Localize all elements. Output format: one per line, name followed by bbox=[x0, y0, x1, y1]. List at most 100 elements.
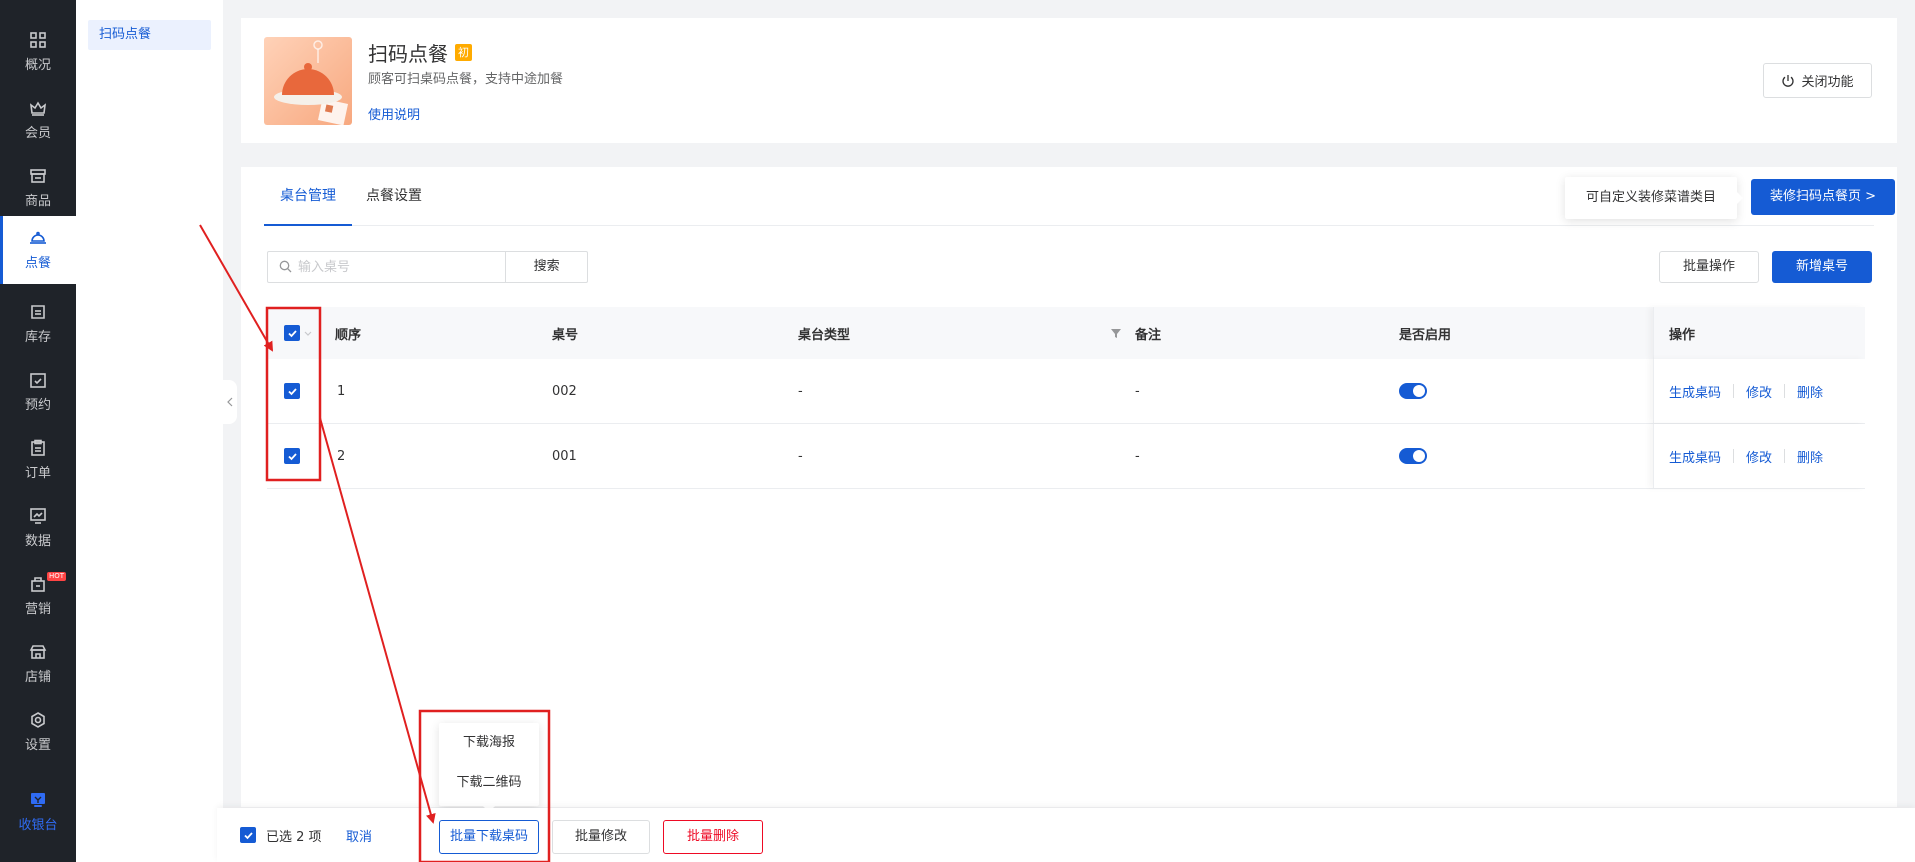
cancel-link[interactable]: 取消 bbox=[346, 826, 372, 845]
close-feature-label: 关闭功能 bbox=[1801, 75, 1854, 90]
store-icon bbox=[30, 169, 46, 183]
shop-icon bbox=[29, 645, 47, 659]
filter-icon[interactable] bbox=[1110, 327, 1122, 339]
cell-table-type: - bbox=[798, 383, 803, 399]
chevron-down-icon[interactable] bbox=[303, 328, 313, 338]
nav-item-cashier[interactable]: 收银台 bbox=[0, 778, 76, 846]
nav-item-data[interactable]: 数据 bbox=[0, 494, 76, 562]
add-table-button[interactable]: 新增桌号 bbox=[1772, 251, 1872, 283]
nav-item-shop[interactable]: 店铺 bbox=[0, 630, 76, 698]
row-checkbox[interactable] bbox=[284, 448, 300, 464]
inventory-icon bbox=[31, 305, 45, 319]
nav-label: 收银台 bbox=[18, 818, 58, 833]
tab-order-settings[interactable]: 点餐设置 bbox=[350, 167, 438, 226]
download-poster-item[interactable]: 下载海报 bbox=[439, 723, 539, 763]
select-all-checkbox[interactable] bbox=[284, 325, 300, 341]
nav-item-goods[interactable]: 商品 bbox=[0, 154, 76, 222]
dish-illustration bbox=[274, 40, 349, 125]
crown-icon bbox=[29, 101, 47, 116]
nav-item-settings[interactable]: 设置 bbox=[0, 698, 76, 766]
nav-label: 店铺 bbox=[24, 670, 51, 685]
app-header-card: 扫码点餐 初 顾客可扫桌码点餐，支持中途加餐 使用说明 关闭功能 bbox=[241, 18, 1897, 143]
table-row: 1 002 - - 生成桌码 修改 删除 bbox=[267, 359, 1865, 424]
calendar-check-icon bbox=[30, 373, 46, 388]
header-remark: 备注 bbox=[1135, 327, 1162, 343]
tables-table: 顺序 桌号 桌台类型 备注 是否启用 操作 1 002 - - 生成桌码 修改 … bbox=[267, 307, 1865, 489]
subnav-item-scan-order[interactable]: 扫码点餐 bbox=[88, 20, 211, 50]
cell-order: 1 bbox=[337, 383, 346, 399]
selected-count: 已选 2 项 bbox=[266, 830, 322, 845]
nav-item-members[interactable]: 会员 bbox=[0, 86, 76, 154]
generate-code-link[interactable]: 生成桌码 bbox=[1669, 447, 1721, 466]
nav-label: 预约 bbox=[24, 398, 51, 413]
nav-item-overview[interactable]: 概况 bbox=[0, 18, 76, 86]
tooltip: 可自定义装修菜谱类目 bbox=[1565, 177, 1743, 219]
chart-icon bbox=[30, 508, 46, 524]
divider bbox=[1784, 384, 1786, 398]
table-header: 顺序 桌号 桌台类型 备注 是否启用 操作 bbox=[267, 307, 1865, 359]
batch-delete-button[interactable]: 批量删除 bbox=[663, 820, 763, 854]
nav-item-ordering[interactable]: 点餐 bbox=[0, 216, 76, 284]
nav-item-booking[interactable]: 预约 bbox=[0, 358, 76, 426]
check-icon bbox=[287, 387, 297, 395]
sub-nav: 扫码点餐 bbox=[76, 0, 223, 862]
cell-enabled bbox=[1399, 359, 1427, 423]
download-qrcode-item[interactable]: 下载二维码 bbox=[439, 763, 539, 803]
search-button[interactable]: 搜索 bbox=[505, 252, 587, 282]
nav-item-marketing[interactable]: 营销 HOT bbox=[0, 562, 76, 630]
nav-label: 概况 bbox=[24, 58, 51, 73]
page-title: 扫码点餐 bbox=[368, 42, 448, 66]
nav-item-orders[interactable]: 订单 bbox=[0, 426, 76, 494]
divider bbox=[1733, 384, 1735, 398]
header-enabled: 是否启用 bbox=[1399, 327, 1452, 343]
grid-icon bbox=[30, 32, 46, 48]
main-card: 桌台管理 点餐设置 可自定义装修菜谱类目 装修扫码点餐页 > 搜索 批量操作 新… bbox=[241, 167, 1897, 807]
divider bbox=[1733, 449, 1735, 463]
divider bbox=[1784, 449, 1786, 463]
batch-download-button[interactable]: 批量下载桌码 bbox=[439, 820, 539, 854]
app-logo bbox=[264, 37, 352, 125]
batch-operation-button[interactable]: 批量操作 bbox=[1659, 251, 1759, 283]
row-checkbox[interactable] bbox=[284, 383, 300, 399]
nav-label: 商品 bbox=[24, 194, 51, 209]
help-link[interactable]: 使用说明 bbox=[368, 104, 420, 123]
bottom-select-checkbox[interactable] bbox=[240, 827, 256, 843]
tab-table-management[interactable]: 桌台管理 bbox=[264, 167, 352, 226]
close-feature-button[interactable]: 关闭功能 bbox=[1763, 63, 1872, 98]
nav-label: 点餐 bbox=[24, 256, 51, 271]
search-input[interactable] bbox=[268, 252, 506, 282]
check-icon bbox=[287, 452, 297, 460]
row-actions-col: 生成桌码 修改 删除 bbox=[1653, 359, 1865, 423]
row-actions: 生成桌码 修改 删除 bbox=[1669, 359, 1823, 423]
header-table-no: 桌号 bbox=[552, 327, 579, 343]
header-table-type: 桌台类型 bbox=[798, 327, 851, 343]
delete-link[interactable]: 删除 bbox=[1797, 382, 1823, 401]
header-order: 顺序 bbox=[335, 327, 362, 343]
nav-label: 订单 bbox=[24, 466, 51, 481]
search-box: 搜索 bbox=[267, 251, 588, 283]
cell-table-type: - bbox=[798, 448, 803, 464]
row-actions-col: 生成桌码 修改 删除 bbox=[1653, 424, 1865, 488]
cell-remark: - bbox=[1135, 448, 1140, 464]
generate-code-link[interactable]: 生成桌码 bbox=[1669, 382, 1721, 401]
nav-label: 设置 bbox=[24, 738, 51, 753]
delete-link[interactable]: 删除 bbox=[1797, 447, 1823, 466]
cell-enabled bbox=[1399, 424, 1427, 488]
nav-label: 库存 bbox=[24, 330, 51, 345]
gear-icon bbox=[31, 712, 45, 728]
nav-label: 数据 bbox=[24, 534, 51, 549]
edit-link[interactable]: 修改 bbox=[1746, 382, 1772, 401]
edit-link[interactable]: 修改 bbox=[1746, 447, 1772, 466]
row-select-cell bbox=[284, 359, 300, 423]
search-icon bbox=[279, 260, 292, 273]
header-actions: 操作 bbox=[1669, 327, 1696, 343]
tabs: 桌台管理 点餐设置 可自定义装修菜谱类目 装修扫码点餐页 > bbox=[264, 167, 1895, 226]
nav-item-inventory[interactable]: 库存 bbox=[0, 290, 76, 358]
decorate-page-button[interactable]: 装修扫码点餐页 > bbox=[1751, 179, 1895, 215]
table-row: 2 001 - - 生成桌码 修改 删除 bbox=[267, 424, 1865, 489]
batch-edit-button[interactable]: 批量修改 bbox=[552, 820, 650, 854]
enabled-toggle[interactable] bbox=[1399, 383, 1427, 399]
enabled-toggle[interactable] bbox=[1399, 448, 1427, 464]
collapse-handle[interactable] bbox=[223, 380, 237, 424]
cell-order: 2 bbox=[337, 448, 346, 464]
